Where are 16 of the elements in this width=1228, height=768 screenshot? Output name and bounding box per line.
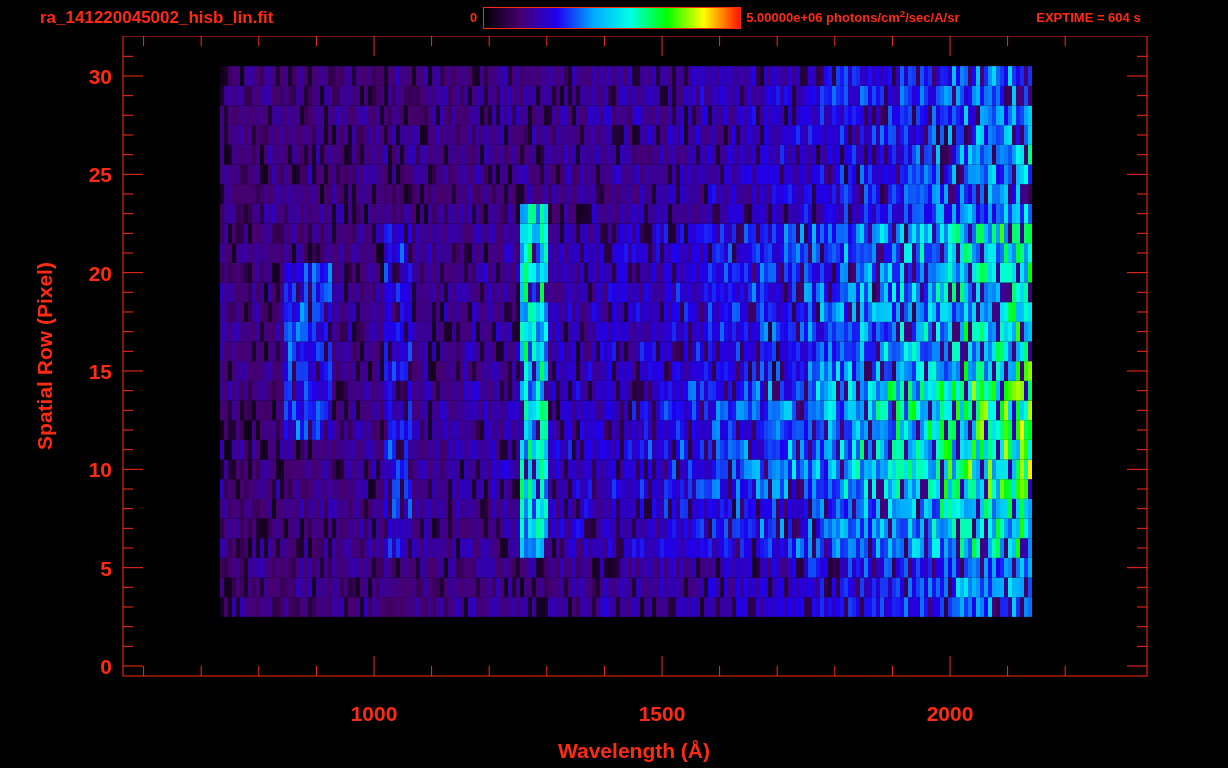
colorbar-max-label: 5.00000e+06 photons/cm$^{2}$/sec/A/sr <box>746 8 961 28</box>
y-axis-title: Spatial Row (Pixel) <box>33 262 56 450</box>
x-tick-label: 2000 <box>926 702 974 725</box>
y-tick-label: 25 <box>88 163 112 187</box>
y-tick-label: 10 <box>88 458 112 482</box>
y-tick-label: 5 <box>100 556 112 580</box>
y-tick-label: 0 <box>100 655 112 678</box>
exposure-time: EXPTIME = 604 s <box>1036 9 1141 28</box>
x-tick-label: 1000 <box>350 702 398 725</box>
y-tick-label: 15 <box>88 360 112 383</box>
colorbar-min-label: 0 <box>470 9 478 28</box>
y-tick-label: 20 <box>88 261 112 285</box>
file-title: ra_141220045002_hisb_lin.fit <box>40 7 275 30</box>
x-axis-title: Wavelength (Å) <box>557 739 711 762</box>
x-tick-label: 1500 <box>638 702 686 725</box>
y-tick-label: 30 <box>88 65 112 88</box>
